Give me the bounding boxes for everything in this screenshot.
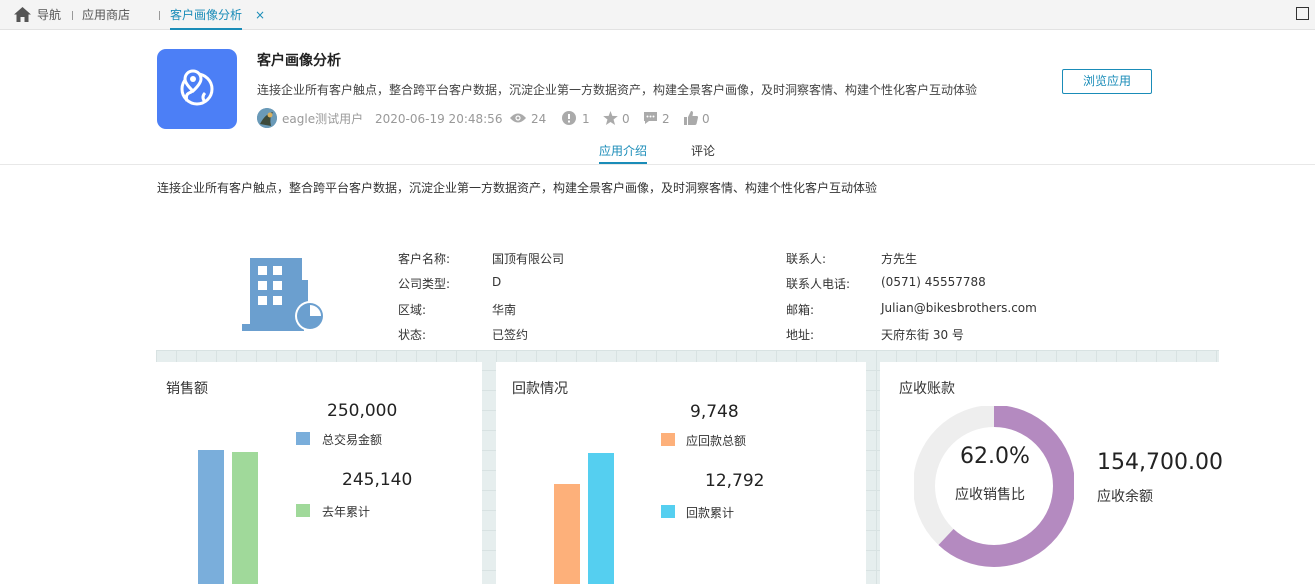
contact-label: 联系人:: [786, 252, 827, 266]
download-count: 1: [582, 112, 590, 126]
receivables-amount-label: 应收余额: [1097, 489, 1153, 505]
status-label: 状态:: [398, 328, 427, 342]
tab-comments[interactable]: 评论: [691, 142, 715, 164]
location-globe-icon: [180, 69, 214, 106]
payment-title: 回款情况: [512, 381, 568, 397]
sales-total-value: 250,000: [327, 401, 398, 421]
author-name[interactable]: eagle测试用户: [282, 110, 363, 128]
app-title: 客户画像分析: [257, 53, 341, 69]
customer-name: 国顶有限公司: [492, 252, 565, 266]
sales-bar-total: [198, 450, 224, 584]
address: 天府东街 30 号: [881, 328, 964, 342]
payment-collected-value: 12,792: [705, 471, 765, 491]
payment-bar-due: [554, 484, 580, 584]
status: 已签约: [492, 328, 529, 342]
sales-panel: 销售额 250,000 总交易金额 245,140 去年累计: [156, 362, 482, 584]
star-icon: [603, 111, 618, 125]
email-label: 邮箱:: [786, 303, 815, 317]
building-icon: [242, 258, 325, 331]
avatar: [257, 108, 277, 128]
app-icon: [157, 49, 237, 129]
legend-total-label: 总交易金额: [322, 433, 383, 447]
tab-bar: 导航 应用商店 客户画像分析 ×: [0, 0, 1315, 30]
tab-separator: [159, 11, 160, 20]
publish-time: 2020-06-19 20:48:56: [375, 112, 503, 126]
tab-close-icon[interactable]: ×: [255, 0, 265, 30]
phone: (0571) 45557788: [881, 275, 986, 289]
app-description: 连接企业所有客户触点，整合跨平台客户数据，沉淀企业第一方数据资产，构建全景客户画…: [257, 83, 978, 97]
divider: [0, 164, 1315, 165]
receivables-panel: 应收账款 62.0% 应收销售比 154,700.00 应收余额: [880, 362, 1223, 584]
legend-swatch: [296, 432, 310, 445]
sales-title: 销售额: [166, 381, 208, 397]
receivables-percent: 62.0%: [960, 444, 1030, 469]
home-icon[interactable]: [14, 7, 31, 22]
legend-swatch: [661, 433, 675, 446]
sales-bar-last-year: [232, 452, 258, 584]
legend-collected-label: 回款累计: [686, 506, 735, 520]
receivables-title: 应收账款: [899, 381, 955, 397]
customer-name-label: 客户名称:: [398, 252, 451, 266]
download-icon: [562, 111, 576, 125]
tab-app-intro[interactable]: 应用介绍: [599, 142, 648, 164]
view-count: 24: [531, 112, 547, 126]
address-label: 地址:: [786, 328, 815, 342]
maximize-icon[interactable]: [1296, 7, 1309, 20]
browse-app-button[interactable]: 浏览应用: [1062, 69, 1152, 94]
receivables-amount: 154,700.00: [1097, 450, 1223, 475]
like-icon[interactable]: [684, 111, 698, 125]
like-count: 0: [702, 112, 710, 126]
legend-swatch: [661, 505, 675, 518]
payment-bar-collected: [588, 453, 614, 584]
payment-panel: 回款情况 9,748 应回款总额 12,792 回款累计: [496, 362, 866, 584]
region: 华南: [492, 303, 517, 317]
company-type: D: [492, 275, 502, 289]
eye-icon: [510, 113, 526, 123]
tab-customer-profile[interactable]: 客户画像分析: [170, 0, 243, 30]
legend-swatch: [296, 504, 310, 517]
company-type-label: 公司类型:: [398, 277, 451, 291]
phone-label: 联系人电话:: [786, 277, 851, 291]
comment-count: 2: [662, 112, 670, 126]
contact: 方先生: [881, 252, 918, 266]
payment-due-value: 9,748: [690, 402, 739, 422]
sales-last-year-value: 245,140: [342, 470, 413, 490]
legend-due-label: 应回款总额: [686, 434, 747, 448]
star-count: 0: [622, 112, 630, 126]
tab-home[interactable]: 导航: [37, 0, 61, 30]
email: Julian@bikesbrothers.com: [881, 301, 1037, 315]
region-label: 区域:: [398, 303, 427, 317]
intro-text: 连接企业所有客户触点，整合跨平台客户数据，沉淀企业第一方数据资产，构建全景客户画…: [157, 181, 878, 195]
tab-separator: [72, 11, 73, 20]
tab-app-store[interactable]: 应用商店: [82, 0, 130, 30]
receivables-ratio-label: 应收销售比: [955, 487, 1025, 503]
legend-last-year-label: 去年累计: [322, 505, 371, 519]
comment-icon: [644, 112, 657, 124]
